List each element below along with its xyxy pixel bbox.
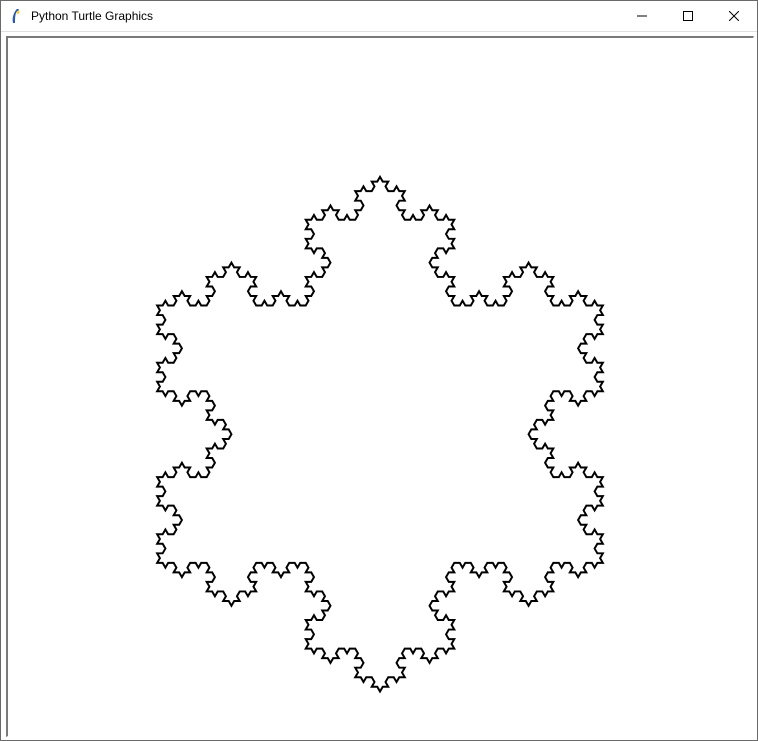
app-window: Python Turtle Graphics [0, 0, 758, 741]
close-icon [729, 11, 739, 21]
titlebar[interactable]: Python Turtle Graphics [1, 1, 757, 32]
minimize-icon [637, 11, 647, 21]
close-button[interactable] [711, 1, 757, 31]
maximize-icon [683, 11, 693, 21]
minimize-button[interactable] [619, 1, 665, 31]
window-controls [619, 1, 757, 31]
koch-snowflake-path [157, 177, 603, 692]
canvas-frame [6, 36, 754, 737]
python-feather-icon [9, 8, 25, 24]
maximize-button[interactable] [665, 1, 711, 31]
turtle-canvas [8, 38, 753, 736]
window-title: Python Turtle Graphics [31, 9, 153, 23]
